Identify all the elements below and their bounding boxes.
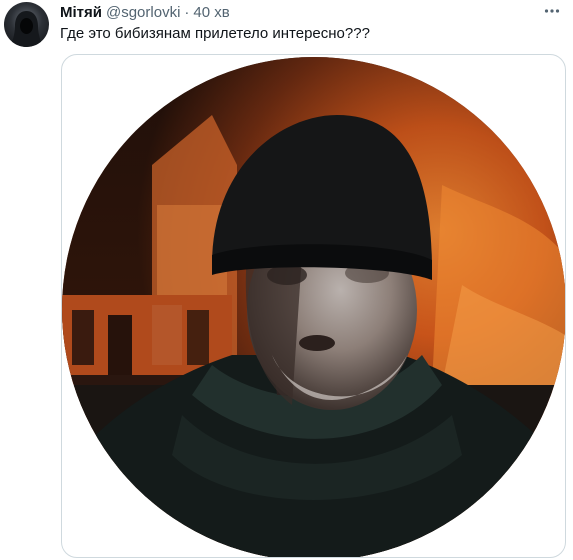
author-display-name[interactable]: Мітяй xyxy=(60,3,102,23)
tweet-text: Где это бибизянам прилетело интересно??? xyxy=(60,25,370,42)
media-attachment[interactable] xyxy=(61,54,566,558)
tweet[interactable]: Мітяй @sgorlovki · 40 хв Где это бибизян… xyxy=(0,0,573,560)
man-in-beanie-photo xyxy=(62,57,565,557)
author-avatar[interactable] xyxy=(4,2,49,47)
header-separator: · xyxy=(184,4,190,21)
more-horizontal-icon xyxy=(544,9,560,13)
hooded-figure-icon xyxy=(10,11,43,47)
tweet-timestamp[interactable]: 40 хв xyxy=(193,3,229,23)
tweet-header: Мітяй @sgorlovki · 40 хв xyxy=(60,3,230,23)
more-options-button[interactable] xyxy=(541,2,563,20)
author-handle[interactable]: @sgorlovki xyxy=(106,3,180,23)
